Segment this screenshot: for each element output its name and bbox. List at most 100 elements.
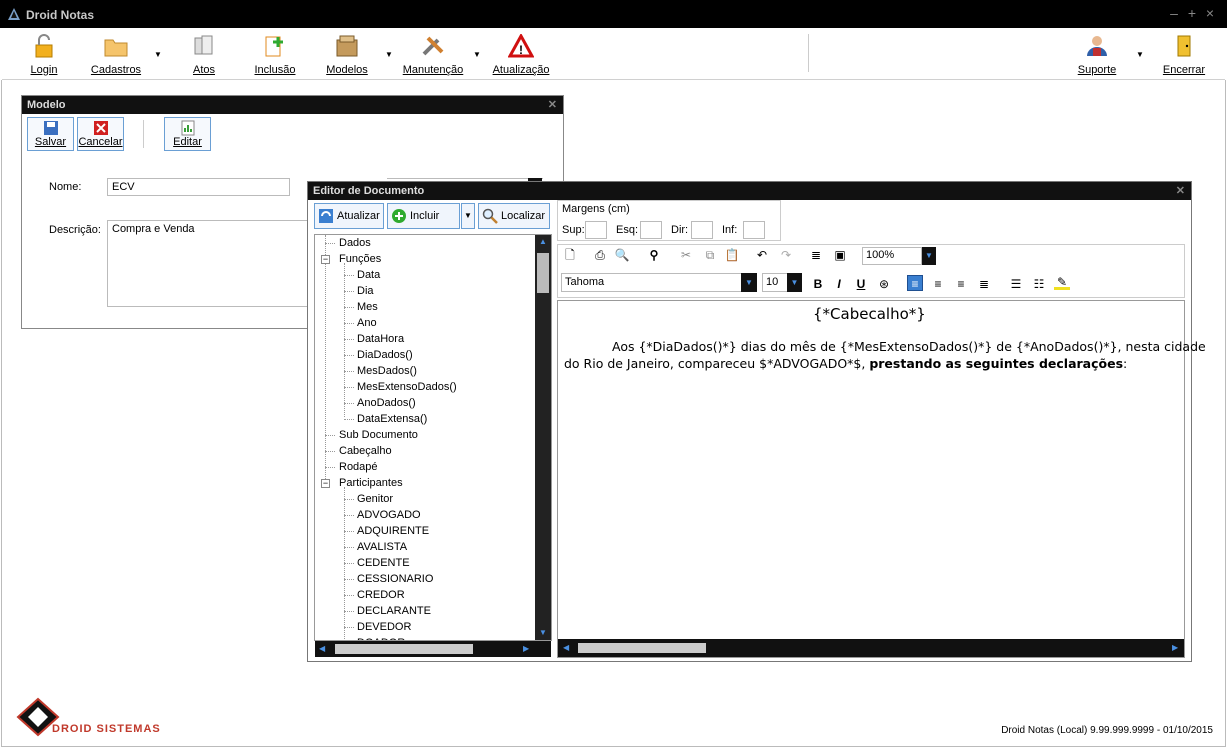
tree-node-participantes[interactable]: Participantes [339,477,403,489]
copy-icon[interactable]: ⧉ [702,247,718,263]
tree-node-participante-4[interactable]: CEDENTE [357,557,410,569]
zoom-dropdown-icon[interactable]: ▼ [922,247,936,265]
inclusao-button[interactable]: Inclusão [250,34,300,78]
tree-node-funcao-6[interactable]: MesDados() [357,365,417,377]
redo-icon[interactable]: ↷ [778,247,794,263]
zoom-select[interactable]: 100% [862,247,922,265]
minimize-button[interactable]: – [1166,5,1182,21]
manutencao-dropdown-icon[interactable]: ▼ [473,50,481,59]
encerrar-button[interactable]: Encerrar [1160,34,1208,78]
font-color-icon[interactable]: ⊛ [876,276,892,292]
tree-node-funcao-3[interactable]: Ano [357,317,377,329]
tree-node-funcao-5[interactable]: DiaDados() [357,349,413,361]
margin-sup-input[interactable] [585,221,607,239]
edit-button[interactable]: Editar [164,117,211,151]
atualizacao-button[interactable]: ! Atualização [491,34,551,78]
atualizar-button[interactable]: Atualizar [314,203,384,229]
doc-scroll-left-icon[interactable]: ◀ [563,643,569,652]
nome-input[interactable]: ECV [107,178,290,196]
tree-node-funcao-7[interactable]: MesExtensoDados() [357,381,457,393]
font-name-select[interactable]: Tahoma [561,273,743,292]
tree-node-participante-8[interactable]: DEVEDOR [357,621,411,633]
incluir-dropdown-icon[interactable]: ▼ [461,203,475,229]
cadastros-dropdown-icon[interactable]: ▼ [154,50,162,59]
tree-collapse-funcoes-icon[interactable]: − [321,255,330,264]
descricao-textarea[interactable]: Compra e Venda [107,220,311,307]
tree-node-participante-7[interactable]: DECLARANTE [357,605,431,617]
doc-hscroll-thumb[interactable] [578,643,706,653]
bold-button[interactable]: B [810,276,826,292]
align-justify-icon[interactable]: ≣ [976,276,992,292]
scroll-up-icon[interactable]: ▲ [539,237,547,246]
maximize-button[interactable]: + [1184,5,1200,21]
fields-tree[interactable]: Dados − Funções Data Dia Mes Ano DataHora Dia… [314,234,552,641]
localizar-button[interactable]: Localizar [478,203,550,229]
tree-node-participante-2[interactable]: ADQUIRENTE [357,525,429,537]
align-left-icon[interactable]: ≡ [907,275,923,291]
login-button[interactable]: Login [24,34,64,78]
tree-hscroll-thumb[interactable] [335,644,473,654]
manutencao-button[interactable]: Manutenção [400,34,466,78]
margin-inf-input[interactable] [743,221,765,239]
modelo-close-icon[interactable]: ✕ [548,98,557,111]
tree-node-participante-1[interactable]: ADVOGADO [357,509,421,521]
font-size-select[interactable]: 10 [762,273,788,292]
tree-node-participante-5[interactable]: CESSIONARIO [357,573,433,585]
scroll-left-icon[interactable]: ◀ [319,644,325,653]
tree-node-participante-0[interactable]: Genitor [357,493,393,505]
suporte-button[interactable]: Suporte [1074,34,1120,78]
tree-node-funcoes[interactable]: Funções [339,253,381,265]
close-button[interactable]: × [1202,5,1218,21]
tree-vscroll-thumb[interactable] [537,253,549,293]
modelos-dropdown-icon[interactable]: ▼ [385,50,393,59]
tree-node-cabecalho[interactable]: Cabeçalho [339,445,392,457]
document-editor[interactable]: {*Cabecalho*} Aos {*DiaDados()*} dias do… [557,300,1206,658]
editor-close-icon[interactable]: ✕ [1176,184,1185,197]
paste-icon[interactable]: 📋 [724,247,740,263]
save-button[interactable]: Salvar [27,117,74,151]
print-preview-icon[interactable]: 🔍 [614,247,630,263]
paragraph-format-icon[interactable]: ≣ [808,247,824,263]
suporte-dropdown-icon[interactable]: ▼ [1136,50,1144,59]
incluir-button[interactable]: Incluir [387,203,460,229]
tree-node-funcao-9[interactable]: DataExtensa() [357,413,427,425]
tree-node-sub-documento[interactable]: Sub Documento [339,429,418,441]
margin-esq-input[interactable] [640,221,662,239]
tree-node-participante-6[interactable]: CREDOR [357,589,405,601]
tree-node-funcao-2[interactable]: Mes [357,301,378,313]
tree-node-rodape[interactable]: Rodapé [339,461,378,473]
highlight-icon[interactable]: ✎ [1054,274,1070,290]
atos-button[interactable]: Atos [184,34,224,78]
print-icon[interactable]: ⎙ [592,247,608,263]
doc-scroll-right-icon[interactable]: ▶ [1172,643,1178,652]
tree-node-funcao-0[interactable]: Data [357,269,380,281]
font-size-dropdown-icon[interactable]: ▼ [787,273,802,292]
numbered-list-icon[interactable]: ☷ [1031,276,1047,292]
scroll-down-icon[interactable]: ▼ [539,628,547,637]
undo-icon[interactable]: ↶ [754,247,770,263]
underline-button[interactable]: U [853,276,869,292]
bullet-list-icon[interactable]: ☰ [1008,276,1024,292]
tree-node-funcao-1[interactable]: Dia [357,285,374,297]
align-right-icon[interactable]: ≡ [953,276,969,292]
align-center-icon[interactable]: ≡ [930,276,946,292]
doc-horizontal-scrollbar[interactable]: ◀ ▶ [558,639,1184,657]
tree-vertical-scrollbar[interactable]: ▲ ▼ [535,235,551,640]
cadastros-button[interactable]: Cadastros [86,34,146,78]
tree-node-funcao-4[interactable]: DataHora [357,333,404,345]
scroll-right-icon[interactable]: ▶ [523,644,529,653]
cancel-button[interactable]: Cancelar [77,117,124,151]
font-name-dropdown-icon[interactable]: ▼ [741,273,757,292]
italic-button[interactable]: I [831,276,847,292]
cut-icon[interactable]: ✂ [678,247,694,263]
insert-image-icon[interactable]: ▣ [832,247,848,263]
find-binoculars-icon[interactable]: ⚲ [646,247,662,263]
tree-node-dados[interactable]: Dados [339,237,371,249]
new-document-icon[interactable]: 🗋 [562,247,578,263]
tree-horizontal-scrollbar[interactable]: ◀ ▶ [315,641,551,657]
tree-node-participante-3[interactable]: AVALISTA [357,541,407,553]
margin-dir-input[interactable] [691,221,713,239]
tree-collapse-participantes-icon[interactable]: − [321,479,330,488]
tree-node-funcao-8[interactable]: AnoDados() [357,397,416,409]
modelos-button[interactable]: Modelos [322,34,372,78]
